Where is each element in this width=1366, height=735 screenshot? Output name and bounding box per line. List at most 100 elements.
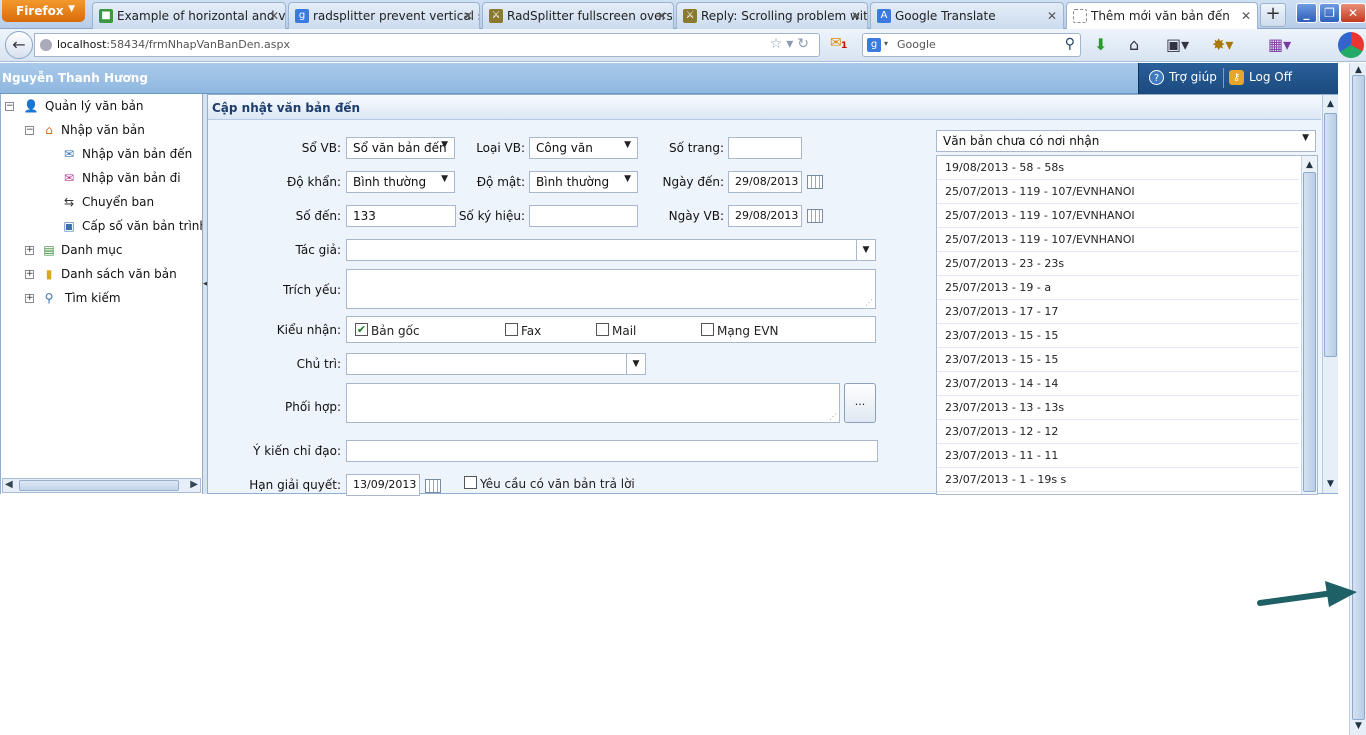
- yeu-cau-tra-loi-checkbox[interactable]: [464, 476, 477, 489]
- do-mat-select[interactable]: Bình thường ▼: [529, 171, 638, 193]
- browser-tab[interactable]: ■ Example of horizontal and ve... ✕: [92, 2, 286, 29]
- document-list-item[interactable]: 23/07/2013 - 17 - 17: [937, 300, 1299, 324]
- help-button[interactable]: ? Trợ giúp: [1149, 70, 1217, 85]
- scroll-right-icon[interactable]: ▶: [190, 479, 198, 490]
- mail-checkbox[interactable]: [596, 323, 609, 336]
- profile-avatar-icon[interactable]: [1338, 32, 1364, 58]
- close-tab-icon[interactable]: ✕: [269, 9, 279, 23]
- close-tab-icon[interactable]: ✕: [1047, 9, 1057, 23]
- tac-gia-combobox[interactable]: ▼: [346, 239, 876, 261]
- chevron-down-icon[interactable]: ▼: [856, 240, 875, 260]
- tree-node-nhap-van-ban-di[interactable]: Nhập văn bản đi: [82, 171, 181, 185]
- page-vertical-scrollbar[interactable]: ▲ ▼: [1349, 63, 1366, 735]
- scrollbar-thumb[interactable]: [1303, 172, 1316, 492]
- scroll-down-icon[interactable]: ▼: [1323, 477, 1338, 491]
- tree-node-danh-sach-van-ban[interactable]: Danh sách văn bản: [61, 267, 177, 281]
- ngay-vb-input[interactable]: 29/08/2013: [728, 205, 802, 227]
- scroll-up-icon[interactable]: ▲: [1302, 158, 1317, 172]
- document-list-item[interactable]: 25/07/2013 - 119 - 107/EVNHANOI: [937, 228, 1299, 252]
- home-icon[interactable]: ⌂: [1129, 35, 1139, 55]
- firefox-menu-button[interactable]: Firefox ▼: [2, 0, 85, 22]
- phoi-hop-textarea[interactable]: ⋰: [346, 383, 840, 423]
- browser-tab-active[interactable]: Thêm mới văn bản đến ✕: [1066, 2, 1258, 30]
- list-vertical-scrollbar[interactable]: ▲: [1301, 156, 1317, 494]
- phoi-hop-browse-button[interactable]: ...: [844, 383, 876, 423]
- scrollbar-thumb[interactable]: [19, 480, 179, 491]
- browser-tab[interactable]: A Google Translate ✕: [870, 2, 1064, 29]
- scrollbar-thumb[interactable]: [1324, 113, 1337, 357]
- back-arrow-icon[interactable]: ←: [5, 31, 33, 59]
- minimize-window-button[interactable]: _: [1296, 3, 1317, 23]
- chu-tri-combobox[interactable]: ▼: [346, 353, 646, 375]
- ngay-den-input[interactable]: 29/08/2013: [728, 171, 802, 193]
- bookmark-star-icon[interactable]: ☆▾↻: [770, 36, 813, 52]
- scroll-down-icon[interactable]: ▼: [1351, 719, 1366, 733]
- document-list-item[interactable]: 23/07/2013 - 14 - 14: [937, 372, 1299, 396]
- ban-goc-checkbox[interactable]: ✔: [355, 323, 368, 336]
- tree-node-nhap-van-ban[interactable]: Nhập văn bản: [61, 123, 145, 137]
- browser-tab[interactable]: ⚔ Reply: Scrolling problem with ... ✕: [676, 2, 868, 29]
- tree-node-tim-kiem[interactable]: Tìm kiếm: [65, 291, 121, 305]
- y-kien-chi-dao-input[interactable]: [346, 440, 878, 462]
- tree-node-chuyen-ban[interactable]: Chuyển ban: [82, 195, 154, 209]
- resize-grip-icon[interactable]: ⋰: [829, 412, 837, 421]
- so-den-input[interactable]: 133: [346, 205, 456, 227]
- mail-notifier-icon[interactable]: ✉ 1: [830, 35, 850, 53]
- expand-icon[interactable]: +: [25, 294, 34, 303]
- tree-node-cap-so-van-ban[interactable]: Cấp số văn bản trình ký: [82, 219, 202, 233]
- fax-checkbox[interactable]: [505, 323, 518, 336]
- document-list-item[interactable]: 25/07/2013 - 23 - 23s: [937, 252, 1299, 276]
- collapse-icon[interactable]: −: [25, 126, 34, 135]
- main-vertical-scrollbar[interactable]: ▲ ▼: [1322, 95, 1338, 493]
- tree-horizontal-scrollbar[interactable]: ◀ ▶: [2, 478, 201, 493]
- bookmarks-menu-icon[interactable]: ▣▾: [1166, 35, 1189, 55]
- tree-node-danh-muc[interactable]: Danh mục: [61, 243, 123, 257]
- scroll-left-icon[interactable]: ◀: [5, 479, 13, 490]
- log-off-button[interactable]: ⚷ Log Off: [1229, 70, 1292, 85]
- close-tab-icon[interactable]: ✕: [1241, 9, 1251, 23]
- url-bar[interactable]: localhost:58434/frmNhapVanBanDen.aspx ☆▾…: [34, 33, 820, 57]
- download-icon[interactable]: ⬇: [1094, 35, 1107, 55]
- chevron-down-icon[interactable]: ▼: [626, 354, 645, 374]
- document-filter-select[interactable]: Văn bản chưa có nơi nhận ▼: [936, 130, 1316, 152]
- addon-icon[interactable]: ✸▾: [1212, 35, 1233, 55]
- loai-vb-select[interactable]: Công văn ▼: [529, 137, 638, 159]
- document-list-item[interactable]: 23/07/2013 - 13 - 13s: [937, 396, 1299, 420]
- close-window-button[interactable]: ✕: [1340, 3, 1366, 23]
- han-giai-quyet-input[interactable]: 13/09/2013: [346, 474, 420, 496]
- tree-node-quan-ly-van-ban[interactable]: Quản lý văn bản: [45, 99, 144, 113]
- so-trang-input[interactable]: [728, 137, 802, 159]
- calendar-icon[interactable]: [807, 209, 823, 223]
- document-list-item[interactable]: 23/07/2013 - 11 - 11: [937, 444, 1299, 468]
- calendar-icon[interactable]: [425, 479, 441, 493]
- document-list-item[interactable]: 25/07/2013 - 119 - 107/EVNHANOI: [937, 180, 1299, 204]
- document-list-item[interactable]: 23/07/2013 - 12 - 12: [937, 420, 1299, 444]
- restore-window-button[interactable]: ❐: [1319, 3, 1340, 23]
- calendar-icon[interactable]: [807, 175, 823, 189]
- scroll-up-icon[interactable]: ▲: [1323, 97, 1338, 111]
- expand-icon[interactable]: +: [25, 246, 34, 255]
- document-list-item[interactable]: 23/07/2013 - 15 - 15: [937, 324, 1299, 348]
- so-vb-select[interactable]: Sổ văn bản đến ▼: [346, 137, 455, 159]
- search-icon[interactable]: ⚲: [1065, 36, 1075, 52]
- apps-grid-icon[interactable]: ▦▾: [1268, 35, 1291, 55]
- close-tab-icon[interactable]: ✕: [657, 9, 667, 23]
- resize-grip-icon[interactable]: ⋰: [865, 298, 873, 307]
- so-ky-hieu-input[interactable]: [529, 205, 638, 227]
- do-khan-select[interactable]: Bình thường ▼: [346, 171, 455, 193]
- document-list-item[interactable]: 25/07/2013 - 19 - a: [937, 276, 1299, 300]
- browser-tab[interactable]: g radsplitter prevent vertical sc... ✕: [288, 2, 480, 29]
- document-list-item[interactable]: 19/08/2013 - 58 - 58s: [937, 156, 1299, 180]
- document-list-item[interactable]: 23/07/2013 - 1 - 19s s: [937, 468, 1299, 492]
- close-tab-icon[interactable]: ✕: [851, 9, 861, 23]
- search-bar[interactable]: g ▾ Google ⚲: [862, 33, 1081, 57]
- collapse-icon[interactable]: −: [5, 102, 14, 111]
- browser-tab[interactable]: ⚔ RadSplitter fullscreen oversiz... ✕: [482, 2, 674, 29]
- expand-icon[interactable]: +: [25, 270, 34, 279]
- close-tab-icon[interactable]: ✕: [463, 9, 473, 23]
- document-list-item[interactable]: 23/07/2013 - 15 - 15: [937, 348, 1299, 372]
- tree-node-nhap-van-ban-den[interactable]: Nhập văn bản đến: [82, 147, 192, 161]
- engine-dropdown-icon[interactable]: ▾: [884, 39, 888, 48]
- google-search-engine-icon[interactable]: g: [867, 38, 881, 52]
- document-list-item[interactable]: 25/07/2013 - 119 - 107/EVNHANOI: [937, 204, 1299, 228]
